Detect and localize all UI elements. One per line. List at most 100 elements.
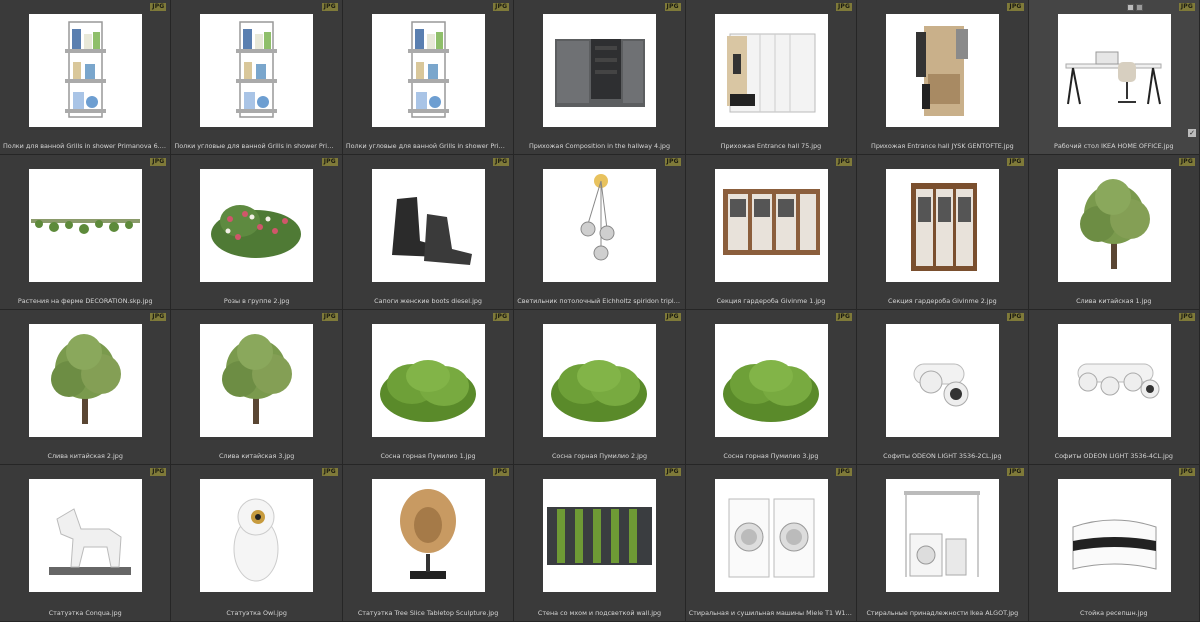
thumbnail-item[interactable]: JPG Сосна горная Пумилио 2.jpg (514, 310, 686, 465)
thumbnail-image[interactable] (200, 14, 314, 127)
thumbnail-item[interactable]: JPG Слива китайская 1.jpg (1028, 155, 1200, 310)
thumbnail-view-icon[interactable] (1127, 4, 1134, 11)
file-type-badge: JPG (1007, 313, 1024, 321)
thumbnail-image[interactable] (1057, 14, 1171, 127)
file-type-badge: JPG (664, 313, 681, 321)
thumbnail-image[interactable] (543, 169, 657, 282)
thumbnail-grid: JPG Полки для ванной Grills in shower Pr… (0, 0, 1200, 622)
thumbnail-item[interactable]: JPG Стойка ресепшн.jpg (1028, 465, 1200, 622)
thumbnail-item[interactable]: JPG Стиральные принадлежности Ikea ALGOT.… (857, 465, 1029, 622)
thumbnail-image[interactable] (200, 324, 314, 437)
thumbnail-filename: Светильник потолочный Eichholtz spiridon… (517, 297, 685, 305)
thumbnail-item[interactable]: JPG Статуэтка Owl.jpg (171, 465, 343, 622)
file-type-badge: JPG (1007, 3, 1024, 11)
thumbnail-item[interactable]: JPG Секция гардероба Givinme 2.jpg (857, 155, 1029, 310)
file-type-badge: JPG (150, 3, 167, 11)
thumbnail-item[interactable]: JPG Стена со мхом и подсветкой wall.jpg (514, 465, 686, 622)
file-type-badge: JPG (493, 3, 510, 11)
thumbnail-item[interactable]: JPG Сапоги женские boots diesel.jpg (342, 155, 515, 310)
thumbnail-item[interactable]: JPG Софиты ODEON LIGHT 3536-2CL.jpg (857, 310, 1029, 465)
thumbnail-item[interactable]: JPG Сосна горная Пумилио 3.jpg (685, 310, 858, 465)
file-type-badge: JPG (664, 158, 681, 166)
thumbnail-item[interactable]: JPG Софиты ODEON LIGHT 3536-4CL.jpg (1028, 310, 1200, 465)
thumbnail-filename: Стиральная и сушильная машины Miele T1 W… (688, 609, 857, 617)
thumbnail-image[interactable] (543, 14, 657, 127)
thumbnail-image[interactable] (543, 324, 657, 437)
item-overlay-icons (1127, 4, 1143, 11)
thumbnail-filename: Полки угловые для ванной Grills in showe… (174, 142, 342, 150)
thumbnail-image[interactable] (371, 479, 485, 592)
thumbnail-image[interactable] (886, 169, 1000, 282)
thumbnail-filename: Сосна горная Пумилио 2.jpg (551, 452, 648, 460)
thumbnail-item[interactable]: JPG Прихожая Entrance hall JYSK GENTOFTE… (857, 0, 1029, 155)
file-type-badge: JPG (321, 158, 338, 166)
thumbnail-image[interactable] (29, 169, 142, 282)
thumbnail-filename: Прихожая Entrance hall 75.jpg (720, 142, 822, 150)
thumbnail-image[interactable] (714, 14, 828, 127)
thumbnail-item[interactable]: JPG Статуэтка Conqua.jpg (0, 465, 172, 622)
thumbnail-image[interactable] (886, 324, 1000, 437)
thumbnail-filename: Слива китайская 2.jpg (47, 452, 123, 460)
file-type-badge: JPG (321, 3, 338, 11)
thumbnail-image[interactable] (543, 479, 657, 592)
thumbnail-item[interactable]: JPG Розы в группе 2.jpg (171, 155, 343, 310)
thumbnail-image[interactable] (714, 324, 828, 437)
file-type-badge: JPG (1178, 158, 1195, 166)
thumbnail-item[interactable]: JPG Сосна горная Пумилио 1.jpg (342, 310, 515, 465)
thumbnail-image[interactable] (200, 479, 314, 592)
checkbox-checked-icon[interactable]: ✓ (1188, 129, 1196, 137)
thumbnail-item[interactable]: JPG Полки угловые для ванной Grills in s… (171, 0, 343, 155)
thumbnail-item[interactable]: JPG Слива китайская 3.jpg (171, 310, 343, 465)
thumbnail-filename: Растения на ферме DECORATION.skp.jpg (17, 297, 153, 305)
thumbnail-image[interactable] (714, 479, 828, 592)
thumbnail-image[interactable] (29, 14, 142, 127)
thumbnail-image[interactable] (1057, 169, 1171, 282)
thumbnail-filename: Прихожая Entrance hall JYSK GENTOFTE.jpg (871, 142, 1014, 150)
thumbnail-image[interactable] (371, 169, 485, 282)
thumbnail-item[interactable]: JPG Растения на ферме DECORATION.skp.jpg (0, 155, 172, 310)
thumbnail-filename: Полки угловые для ванной Grills in showe… (345, 142, 513, 150)
thumbnail-filename: Секция гардероба Givinme 2.jpg (888, 297, 997, 305)
thumbnail-item[interactable]: JPG Статуэтка Tree Slice Tabletop Sculptu… (342, 465, 515, 622)
thumbnail-filename: Статуэтка Tree Slice Tabletop Sculpture.… (357, 609, 499, 617)
thumbnail-item[interactable]: JPG Прихожая Composition in the hallway … (514, 0, 686, 155)
thumbnail-image[interactable] (714, 169, 828, 282)
thumbnail-item[interactable]: JPG Слива китайская 2.jpg (0, 310, 172, 465)
thumbnail-image[interactable] (886, 479, 1000, 592)
thumbnail-item[interactable]: JPG Рабочий стол IKEA HOME OFFICE.jpg ✓ (1028, 0, 1200, 155)
thumbnail-item[interactable]: JPG Светильник потолочный Eichholtz spir… (514, 155, 686, 310)
thumbnail-image[interactable] (200, 169, 314, 282)
file-type-badge: JPG (1178, 313, 1195, 321)
thumbnail-image[interactable] (371, 324, 485, 437)
thumbnail-filename: Розы в группе 2.jpg (223, 297, 290, 305)
thumbnail-image[interactable] (371, 14, 485, 127)
file-type-badge: JPG (664, 3, 681, 11)
thumbnail-image[interactable] (29, 324, 142, 437)
file-type-badge: JPG (835, 468, 853, 476)
thumbnail-filename: Стойка ресепшн.jpg (1079, 609, 1148, 617)
thumbnail-filename: Статуэтка Conqua.jpg (48, 609, 122, 617)
file-type-badge: JPG (150, 158, 167, 166)
thumbnail-item[interactable]: JPG Секция гардероба Givinme 1.jpg (685, 155, 858, 310)
thumbnail-filename: Сосна горная Пумилио 1.jpg (380, 452, 476, 460)
file-type-badge: JPG (493, 313, 510, 321)
edit-pen-icon[interactable] (1136, 4, 1143, 11)
file-type-badge: JPG (493, 158, 510, 166)
thumbnail-filename: Сапоги женские boots diesel.jpg (374, 297, 482, 305)
thumbnail-image[interactable] (1057, 479, 1171, 592)
thumbnail-filename: Секция гардероба Givinme 1.jpg (716, 297, 826, 305)
thumbnail-filename: Слива китайская 1.jpg (1076, 297, 1152, 305)
thumbnail-image[interactable] (1057, 324, 1171, 437)
file-type-badge: JPG (150, 468, 167, 476)
file-type-badge: JPG (1007, 158, 1024, 166)
thumbnail-item[interactable]: JPG Стиральная и сушильная машины Miele T… (685, 465, 858, 622)
thumbnail-item[interactable]: JPG Полки для ванной Grills in shower Pr… (0, 0, 172, 155)
thumbnail-filename: Слива китайская 3.jpg (218, 452, 295, 460)
thumbnail-image[interactable] (29, 479, 142, 592)
file-type-badge: JPG (835, 313, 853, 321)
thumbnail-image[interactable] (886, 14, 1000, 127)
file-type-badge: JPG (1178, 468, 1195, 476)
thumbnail-item[interactable]: JPG Полки угловые для ванной Grills in s… (342, 0, 515, 155)
thumbnail-item[interactable]: JPG Прихожая Entrance hall 75.jpg (685, 0, 858, 155)
thumbnail-filename: Прихожая Composition in the hallway 4.jp… (528, 142, 671, 150)
